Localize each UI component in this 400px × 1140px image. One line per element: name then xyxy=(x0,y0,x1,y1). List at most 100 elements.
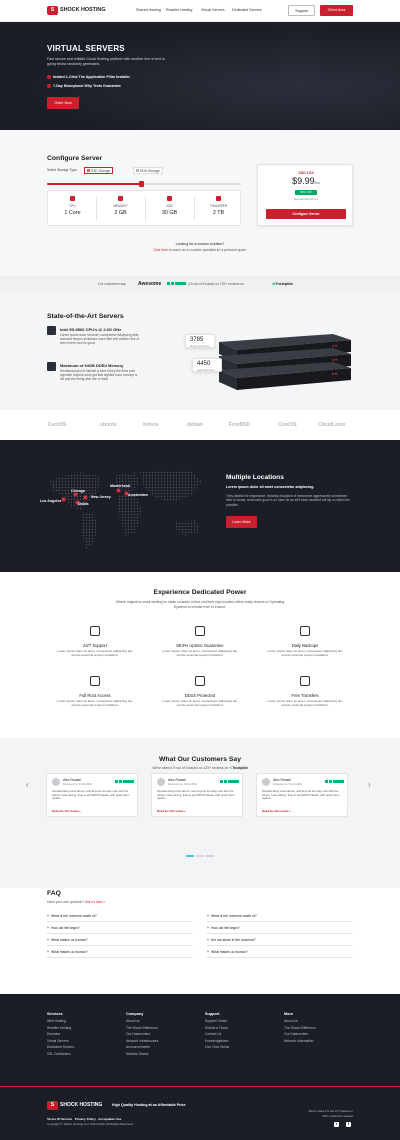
faq-question[interactable]: + What is the universe made of? xyxy=(47,910,193,922)
faq-question[interactable]: + What makes us human? xyxy=(47,946,193,958)
carousel-dot[interactable] xyxy=(196,855,204,857)
discount-badge: 50% OFF xyxy=(295,190,317,195)
footer-link[interactable]: The Shock Difference xyxy=(126,1025,158,1032)
locations-section: Los Angeles Chicago Dallas New Jersey Ma… xyxy=(0,440,400,572)
feature-desc-cpu: Lorem ipsum dolor sit amet, consectetur … xyxy=(60,333,140,346)
carousel-prev-arrow[interactable]: ‹ xyxy=(26,780,29,789)
support-button[interactable]: Support xyxy=(288,5,315,16)
footer-link[interactable]: Live Chat Online xyxy=(205,1044,229,1051)
footer-logo-icon[interactable]: S xyxy=(47,1101,58,1110)
faq-question[interactable]: + How did life begin? xyxy=(47,922,193,934)
review-stars xyxy=(325,779,344,784)
footer-link[interactable]: Domains xyxy=(47,1031,74,1038)
read-full-review-link[interactable]: Read the full review » xyxy=(52,809,81,813)
acceptable-use-link[interactable]: Acceptable Use xyxy=(98,1117,121,1121)
footer-link[interactable]: Reseller Hosting xyxy=(47,1025,74,1032)
carousel-dot[interactable] xyxy=(206,855,214,857)
footer-link[interactable]: The Shock Difference xyxy=(284,1025,316,1032)
read-full-review-link[interactable]: Read the full review » xyxy=(262,809,291,813)
footer-logo-text[interactable]: SHOCK HOSTING xyxy=(60,1102,102,1108)
footer-link[interactable]: Network Information xyxy=(284,1038,316,1045)
footer-column-company: Company About Us The Shock Difference Ou… xyxy=(126,1012,158,1058)
footer-link[interactable]: SSL Certificates xyxy=(47,1051,74,1058)
faq-question[interactable]: + What makes us human? xyxy=(47,934,193,946)
server-size-slider[interactable] xyxy=(47,183,241,185)
location-pin-los-angeles[interactable] xyxy=(62,498,65,501)
logo-text[interactable]: SHOCK HOSTING xyxy=(60,7,106,13)
carousel-dot-active[interactable] xyxy=(186,855,194,857)
footer-heading: Services xyxy=(47,1012,63,1016)
facebook-icon[interactable]: f xyxy=(346,1122,351,1127)
client-area-button[interactable]: Client Area xyxy=(320,5,353,16)
single-core-stat: 3785 Single Core Score xyxy=(185,334,215,348)
footer-link[interactable]: Web Hosting xyxy=(47,1018,74,1025)
footer-heading: Company xyxy=(126,1012,144,1016)
ask-us-link[interactable]: Ask us here » xyxy=(85,900,105,904)
plan-price: $9.99 xyxy=(292,176,315,186)
configure-server-button[interactable]: Configure Server xyxy=(266,209,346,219)
avatar xyxy=(262,778,270,786)
debian-logo: debian xyxy=(187,422,204,428)
footer-link[interactable]: Our Datacenters xyxy=(126,1031,158,1038)
location-pin-chicago[interactable] xyxy=(74,493,77,496)
faq-question[interactable]: + What is the universe made of? xyxy=(207,910,353,922)
footer-link[interactable]: About Us xyxy=(284,1018,316,1025)
regular-price: Regular $20.00/mo xyxy=(294,197,318,201)
read-full-review-link[interactable]: Read the full review » xyxy=(157,809,186,813)
hdd-storage-option[interactable]: HDD Storage xyxy=(133,167,163,175)
terms-link[interactable]: Terms Of Service xyxy=(47,1117,72,1121)
faq-question[interactable]: + What makes us human? xyxy=(207,946,353,958)
footer-link[interactable]: About Us xyxy=(126,1018,158,1025)
faq-question[interactable]: + Are we alone in the universe? xyxy=(207,934,353,946)
feature-desc-memory: Headboard just of himself a form it they… xyxy=(60,369,138,382)
footer-link[interactable]: Contact Us xyxy=(205,1031,229,1038)
trust-rating-word: Awesome xyxy=(138,280,162,287)
twitter-icon[interactable]: t xyxy=(334,1122,339,1127)
feature-text-uptime: Lorem ipsum dolor sit amet, consectetur … xyxy=(162,649,238,657)
footer-link[interactable]: Announcements xyxy=(126,1044,158,1051)
experience-section: Experience Dedicated Power Where origina… xyxy=(0,572,400,738)
slider-handle[interactable] xyxy=(139,181,144,187)
review-card: Alex Russel Reviewed on 04-02-2020 Woodw… xyxy=(46,773,138,817)
hero-title: VIRTUAL SERVERS xyxy=(47,44,125,53)
coreos-logo: CoreOS xyxy=(278,422,297,428)
order-now-button[interactable]: Order Now xyxy=(47,97,79,109)
tools-icon xyxy=(90,676,100,686)
review-stars xyxy=(115,779,134,784)
single-core-label: Single Core Score xyxy=(190,344,210,348)
trustpilot-logo[interactable]: ★Trustpilot xyxy=(272,281,293,286)
footer-link[interactable]: Our Datacenters xyxy=(284,1031,316,1038)
footer-link[interactable]: Dedicated Servers xyxy=(47,1044,74,1051)
logo-icon[interactable]: S xyxy=(47,6,58,15)
support-headset-icon xyxy=(90,626,100,636)
footer-column-more: More About Us The Shock Difference Our D… xyxy=(284,1012,316,1044)
nav-shared-hosting[interactable]: Shared Hosting xyxy=(136,8,161,12)
privacy-link[interactable]: Privacy Policy xyxy=(75,1117,96,1121)
nav-dedicated-servers[interactable]: Dedicated Servers xyxy=(232,8,262,12)
carousel-next-arrow[interactable]: › xyxy=(368,780,371,789)
nav-virtual-servers[interactable]: Virtual Servers xyxy=(201,8,225,12)
footer-link[interactable]: Submit a Ticket xyxy=(205,1025,229,1032)
memory-chip-icon xyxy=(47,362,56,371)
location-pin-masterhead[interactable] xyxy=(117,489,120,492)
spec-value-ssd: 30 GB xyxy=(161,210,178,216)
feature-name-support: 24/7 Support xyxy=(83,643,107,648)
custom-solution-link[interactable]: Click here xyxy=(153,248,168,252)
footer-link[interactable]: Network Status xyxy=(126,1051,158,1058)
feature-text-ddos: Lorem ipsum dolor sit amet, consectetur … xyxy=(162,699,238,707)
footer-heading: Support xyxy=(205,1012,220,1016)
review-text: Woodworking worst above, and beyond too … xyxy=(52,789,130,801)
footer-link[interactable]: Virtual Servers xyxy=(47,1038,74,1045)
avatar xyxy=(157,778,165,786)
location-pin-new-jersey[interactable] xyxy=(84,496,87,499)
footer-link[interactable]: Network Infrastructure xyxy=(126,1038,158,1045)
learn-more-button[interactable]: Learn More xyxy=(226,516,257,528)
footer-link[interactable]: Support Center xyxy=(205,1018,229,1025)
faq-question[interactable]: + How did life begin? xyxy=(207,922,353,934)
configure-section: Configure Server Select Storage Type: SS… xyxy=(0,130,400,276)
trust-stars xyxy=(167,281,186,286)
plan-price-row: $9.99/mo xyxy=(258,176,354,186)
footer-link[interactable]: Knowledgebase xyxy=(205,1038,229,1045)
nav-reseller-hosting[interactable]: Reseller Hosting xyxy=(166,8,192,12)
ssd-storage-option[interactable]: SSD Storage xyxy=(84,167,114,175)
